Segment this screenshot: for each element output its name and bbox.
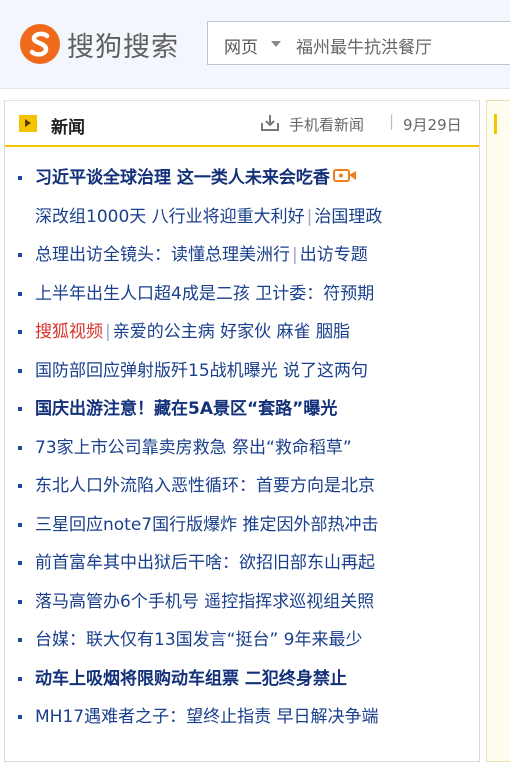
search-scope-selector[interactable]: 网页 bbox=[224, 33, 258, 58]
news-item[interactable]: 前首富牟其中出狱后干啥：欲招旧部东山再起 bbox=[5, 544, 479, 583]
news-headline[interactable]: 深改组1000天 八行业将迎重大利好 bbox=[35, 207, 305, 227]
chevron-down-icon[interactable] bbox=[271, 41, 281, 47]
bullet-icon bbox=[18, 253, 22, 257]
news-item[interactable]: 国庆出游注意！藏在5A景区“套路”曝光 bbox=[5, 390, 479, 429]
news-item[interactable]: 搜狐视频 | 亲爱的公主病 好家伙 麻雀 胭脂 bbox=[5, 313, 479, 352]
bullet-icon bbox=[18, 638, 22, 642]
header-separator: | bbox=[389, 112, 395, 130]
news-item[interactable]: 台媒：联大仅有13国发言“挺台” 9年来最少 bbox=[5, 621, 479, 660]
side-panel bbox=[486, 100, 510, 762]
news-headline[interactable]: 73家上市公司靠卖房救急 祭出“救命稻草” bbox=[35, 429, 352, 467]
news-panel-header: 新闻 手机看新闻 | 9月29日 bbox=[5, 101, 479, 147]
news-item[interactable]: MH17遇难者之子：望终止指责 早日解决争端 bbox=[5, 698, 479, 737]
bullet-icon bbox=[18, 676, 22, 681]
news-headline[interactable]: 国防部回应弹射版歼15战机曝光 说了这两句 bbox=[35, 352, 368, 390]
play-icon bbox=[19, 115, 37, 132]
sogou-logo-icon bbox=[20, 24, 60, 64]
news-headline[interactable]: 总理出访全镜头：读懂总理美洲行 bbox=[35, 245, 290, 265]
news-panel: 新闻 手机看新闻 | 9月29日 习近平谈全球治理 这一类人未来会吃香 深改组1… bbox=[4, 100, 480, 762]
news-topic-link[interactable]: 出访专题 bbox=[300, 245, 368, 265]
bullet-icon bbox=[18, 484, 22, 488]
news-title[interactable]: 新闻 bbox=[51, 113, 85, 138]
news-topic-link[interactable]: 治国理政 bbox=[314, 207, 382, 227]
news-headline[interactable]: 前首富牟其中出狱后干啥：欲招旧部东山再起 bbox=[35, 544, 375, 582]
search-box[interactable]: 网页 福州最牛抗洪餐厅 bbox=[207, 21, 510, 65]
bullet-icon bbox=[18, 407, 22, 411]
news-headline[interactable]: 上半年出生人口超4成是二孩 卫计委：符预期 bbox=[35, 275, 374, 313]
bullet-icon bbox=[18, 561, 22, 565]
news-headline[interactable]: MH17遇难者之子：望终止指责 早日解决争端 bbox=[35, 698, 379, 736]
news-headline[interactable]: 落马高管办6个手机号 遥控指挥求巡视组关照 bbox=[35, 583, 374, 621]
news-item[interactable]: 落马高管办6个手机号 遥控指挥求巡视组关照 bbox=[5, 583, 479, 622]
news-headline[interactable]: 习近平谈全球治理 这一类人未来会吃香 bbox=[35, 168, 330, 188]
news-headline[interactable]: 动车上吸烟将限购动车组票 二犯终身禁止 bbox=[35, 660, 347, 698]
bullet-icon bbox=[18, 330, 22, 334]
video-titles[interactable]: 亲爱的公主病 好家伙 麻雀 胭脂 bbox=[113, 322, 350, 342]
bullet-icon bbox=[18, 291, 22, 296]
news-date: 9月29日 bbox=[403, 116, 462, 134]
news-item[interactable]: 习近平谈全球治理 这一类人未来会吃香 bbox=[5, 159, 479, 198]
header: 搜狗搜索 网页 福州最牛抗洪餐厅 bbox=[0, 0, 510, 89]
news-item[interactable]: 深改组1000天 八行业将迎重大利好 | 治国理政 bbox=[5, 198, 479, 237]
news-headline[interactable]: 三星回应note7国行版爆炸 推定因外部热冲击 bbox=[35, 506, 379, 544]
sohu-video-link[interactable]: 搜狐视频 bbox=[35, 322, 103, 342]
search-input[interactable]: 福州最牛抗洪餐厅 bbox=[296, 33, 432, 58]
news-headline[interactable]: 国庆出游注意！藏在5A景区“套路”曝光 bbox=[35, 390, 337, 428]
news-item[interactable]: 国防部回应弹射版歼15战机曝光 说了这两句 bbox=[5, 352, 479, 391]
download-icon[interactable] bbox=[260, 113, 280, 137]
bullet-icon bbox=[18, 715, 22, 719]
side-panel-marker bbox=[494, 114, 497, 134]
news-item[interactable]: 三星回应note7国行版爆炸 推定因外部热冲击 bbox=[5, 506, 479, 545]
bullet-icon bbox=[18, 368, 22, 373]
logo-text: 搜狗搜索 bbox=[67, 31, 179, 63]
news-item[interactable]: 上半年出生人口超4成是二孩 卫计委：符预期 bbox=[5, 275, 479, 314]
bullet-icon bbox=[18, 522, 22, 527]
video-icon[interactable] bbox=[332, 159, 357, 197]
news-headline[interactable]: 台媒：联大仅有13国发言“挺台” 9年来最少 bbox=[35, 621, 362, 659]
bullet-icon bbox=[18, 445, 22, 450]
news-list: 习近平谈全球治理 这一类人未来会吃香 深改组1000天 八行业将迎重大利好 | 治国… bbox=[5, 159, 479, 737]
news-headline[interactable]: 东北人口外流陷入恶性循环：首要方向是北京 bbox=[35, 467, 375, 505]
news-item[interactable]: 东北人口外流陷入恶性循环：首要方向是北京 bbox=[5, 467, 479, 506]
sogou-logo[interactable]: 搜狗搜索 bbox=[20, 23, 179, 65]
bullet-icon bbox=[18, 599, 22, 604]
bullet-icon bbox=[18, 176, 22, 180]
news-item[interactable]: 73家上市公司靠卖房救急 祭出“救命稻草” bbox=[5, 429, 479, 468]
mobile-news-link[interactable]: 手机看新闻 bbox=[289, 114, 364, 135]
news-item[interactable]: 动车上吸烟将限购动车组票 二犯终身禁止 bbox=[5, 660, 479, 699]
news-item[interactable]: 总理出访全镜头：读懂总理美洲行 | 出访专题 bbox=[5, 236, 479, 275]
